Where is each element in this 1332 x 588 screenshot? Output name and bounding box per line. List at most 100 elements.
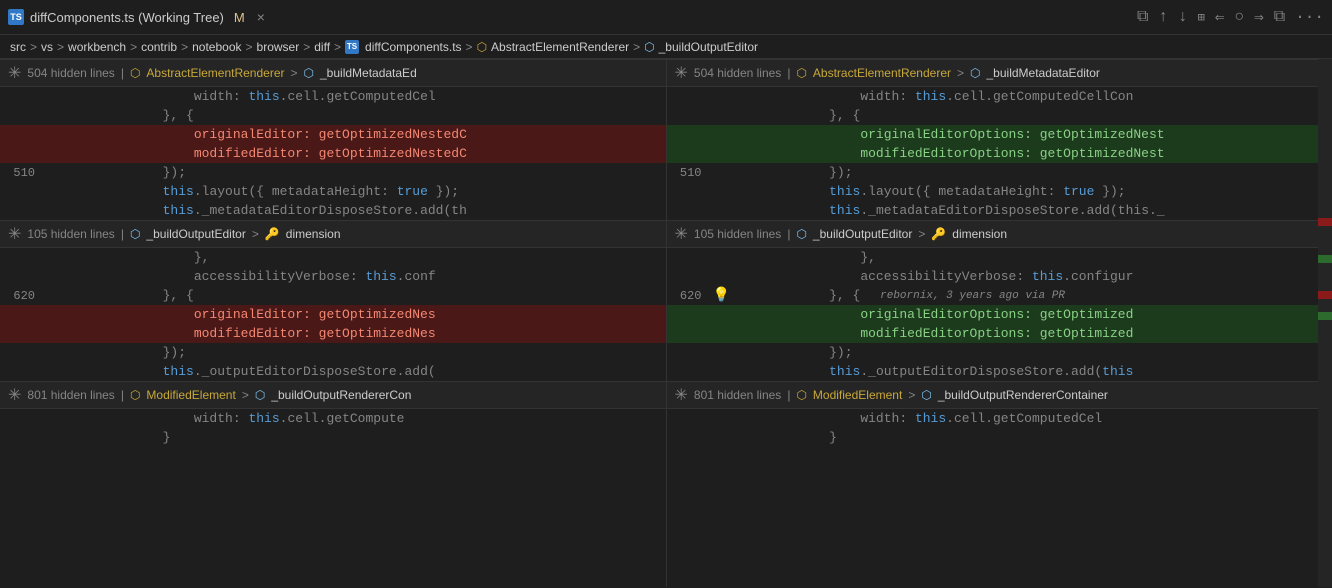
- left-class-icon-3: ⬡: [130, 388, 140, 402]
- table-row: },: [667, 248, 1332, 267]
- left-method-icon-3: ⬡: [255, 388, 265, 402]
- navigate-down-icon[interactable]: ↓: [1178, 8, 1188, 26]
- breadcrumb-class-icon: ⬡: [477, 40, 487, 54]
- scrollbar-deleted-mark-2: [1318, 291, 1332, 299]
- right-hidden-bar-2[interactable]: ✳ 105 hidden lines | ⬡ _buildOutputEdito…: [667, 220, 1332, 248]
- left-hidden-bar-3[interactable]: ✳ 801 hidden lines | ⬡ ModifiedElement >…: [0, 381, 666, 409]
- tab-title: diffComponents.ts (Working Tree): [30, 10, 224, 25]
- left-sub-icon-2: 🔑: [265, 227, 280, 241]
- hidden-count-2: 105 hidden lines: [27, 227, 114, 241]
- navigate-up-icon[interactable]: ↑: [1158, 8, 1168, 26]
- snowflake-icon-1: ✳: [8, 63, 21, 83]
- table-row: this.layout({ metadataHeight: true });: [0, 182, 666, 201]
- left-code-content[interactable]: ✳ 504 hidden lines | ⬡ AbstractElementRe…: [0, 59, 666, 587]
- left-method-2: _buildOutputEditor: [146, 227, 245, 241]
- git-blame-tooltip: rebornix, 3 years ago via PR: [860, 290, 1065, 302]
- right-class-1: AbstractElementRenderer: [813, 66, 951, 80]
- right-sub-icon-2: 🔑: [931, 227, 946, 241]
- right-snowflake-icon-1: ✳: [675, 63, 688, 83]
- table-row: width: this.cell.getComputedCel: [667, 409, 1332, 428]
- lightbulb-gutter: 💡: [712, 286, 732, 305]
- more-actions-icon[interactable]: ···: [1295, 8, 1324, 26]
- close-tab-button[interactable]: ×: [257, 9, 265, 25]
- left-hidden-bar-1[interactable]: ✳ 504 hidden lines | ⬡ AbstractElementRe…: [0, 59, 666, 87]
- toggle-icon[interactable]: ⊞: [1198, 10, 1205, 25]
- left-hidden-bar-2[interactable]: ✳ 105 hidden lines | ⬡ _buildOutputEdito…: [0, 220, 666, 248]
- table-row: }, {: [0, 106, 666, 125]
- table-row: 510 });: [667, 163, 1332, 182]
- ts-file-icon: TS: [8, 9, 24, 25]
- table-row: originalEditor: getOptimizedNestedC: [0, 125, 666, 144]
- snowflake-icon-3: ✳: [8, 385, 21, 405]
- table-row: originalEditor: getOptimizedNes: [0, 305, 666, 324]
- right-code-block-2: }, accessibilityVerbose: this.configur 6…: [667, 248, 1332, 381]
- table-row: });: [667, 343, 1332, 362]
- left-code-block-3: width: this.cell.getCompute }: [0, 409, 666, 447]
- breadcrumb-method[interactable]: _buildOutputEditor: [659, 40, 758, 54]
- table-row: accessibilityVerbose: this.conf: [0, 267, 666, 286]
- split-editor-icon[interactable]: ⧉: [1274, 8, 1285, 26]
- table-row: 510 });: [0, 163, 666, 182]
- table-row: }: [0, 428, 666, 447]
- table-row: });: [0, 343, 666, 362]
- left-method-1: _buildMetadataEd: [320, 66, 417, 80]
- left-pane: ✳ 504 hidden lines | ⬡ AbstractElementRe…: [0, 59, 667, 587]
- table-row: modifiedEditor: getOptimizedNestedC: [0, 144, 666, 163]
- table-row: width: this.cell.getCompute: [0, 409, 666, 428]
- breadcrumb-vs[interactable]: vs: [41, 40, 53, 54]
- circle-icon[interactable]: ○: [1235, 8, 1245, 26]
- right-method-icon-3: ⬡: [921, 388, 931, 402]
- right-code-block-3: width: this.cell.getComputedCel }: [667, 409, 1332, 447]
- right-hidden-bar-1[interactable]: ✳ 504 hidden lines | ⬡ AbstractElementRe…: [667, 59, 1332, 87]
- table-row: this._metadataEditorDisposeStore.add(thi…: [667, 201, 1332, 220]
- breadcrumb-class[interactable]: AbstractElementRenderer: [491, 40, 629, 54]
- table-row: width: this.cell.getComputedCel: [0, 87, 666, 106]
- table-row: }, {: [667, 106, 1332, 125]
- table-row: this._outputEditorDisposeStore.add(this: [667, 362, 1332, 381]
- editor-actions: ⧉ ↑ ↓ ⊞ ⇐ ○ ⇒ ⧉ ···: [1137, 7, 1324, 27]
- right-sub-2: dimension: [952, 227, 1007, 241]
- right-code-content[interactable]: ✳ 504 hidden lines | ⬡ AbstractElementRe…: [667, 59, 1332, 587]
- right-snowflake-icon-2: ✳: [675, 224, 688, 244]
- breadcrumb-file[interactable]: diffComponents.ts: [365, 40, 462, 54]
- right-class-icon-1: ⬡: [796, 66, 806, 80]
- table-row: accessibilityVerbose: this.configur: [667, 267, 1332, 286]
- table-row: originalEditorOptions: getOptimizedNest: [667, 125, 1332, 144]
- right-method-1: _buildMetadataEditor: [987, 66, 1100, 80]
- breadcrumb: src > vs > workbench > contrib > noteboo…: [0, 35, 1332, 59]
- modified-badge: M: [234, 10, 245, 25]
- breadcrumb-browser[interactable]: browser: [257, 40, 300, 54]
- breadcrumb-notebook[interactable]: notebook: [192, 40, 241, 54]
- right-code-block-1: width: this.cell.getComputedCellCon }, {…: [667, 87, 1332, 220]
- breadcrumb-src[interactable]: src: [10, 40, 26, 54]
- hidden-count-3: 801 hidden lines: [27, 388, 114, 402]
- right-class-icon-3: ⬡: [796, 388, 806, 402]
- right-hidden-count-1: 504 hidden lines: [694, 66, 781, 80]
- breadcrumb-diff[interactable]: diff: [314, 40, 330, 54]
- breadcrumb-contrib[interactable]: contrib: [141, 40, 177, 54]
- table-row: this._metadataEditorDisposeStore.add(th: [0, 201, 666, 220]
- next-diff-icon[interactable]: ⇒: [1254, 7, 1264, 27]
- right-method-3: _buildOutputRendererContainer: [938, 388, 1108, 402]
- left-code-block-2: }, accessibilityVerbose: this.conf 620 }…: [0, 248, 666, 381]
- breadcrumb-workbench[interactable]: workbench: [68, 40, 126, 54]
- right-hidden-bar-3[interactable]: ✳ 801 hidden lines | ⬡ ModifiedElement >…: [667, 381, 1332, 409]
- scrollbar-deleted-mark-1: [1318, 218, 1332, 226]
- table-row: }: [667, 428, 1332, 447]
- diff-scrollbar[interactable]: [1318, 59, 1332, 587]
- table-row: },: [0, 248, 666, 267]
- left-class-1: AbstractElementRenderer: [146, 66, 284, 80]
- copy-icon[interactable]: ⧉: [1137, 8, 1148, 26]
- left-sub-2: dimension: [286, 227, 341, 241]
- table-row: originalEditorOptions: getOptimized: [667, 305, 1332, 324]
- left-method-icon-2: ⬡: [130, 227, 140, 241]
- lightbulb-icon[interactable]: 💡: [713, 287, 730, 304]
- ts-breadcrumb-icon: TS: [345, 40, 359, 54]
- left-class-3: ModifiedElement: [146, 388, 235, 402]
- right-hidden-count-3: 801 hidden lines: [694, 388, 781, 402]
- right-method-icon-1: ⬡: [970, 66, 980, 80]
- right-snowflake-icon-3: ✳: [675, 385, 688, 405]
- prev-diff-icon[interactable]: ⇐: [1215, 7, 1225, 27]
- left-code-block-1: width: this.cell.getComputedCel }, { ori…: [0, 87, 666, 220]
- table-row: modifiedEditorOptions: getOptimizedNest: [667, 144, 1332, 163]
